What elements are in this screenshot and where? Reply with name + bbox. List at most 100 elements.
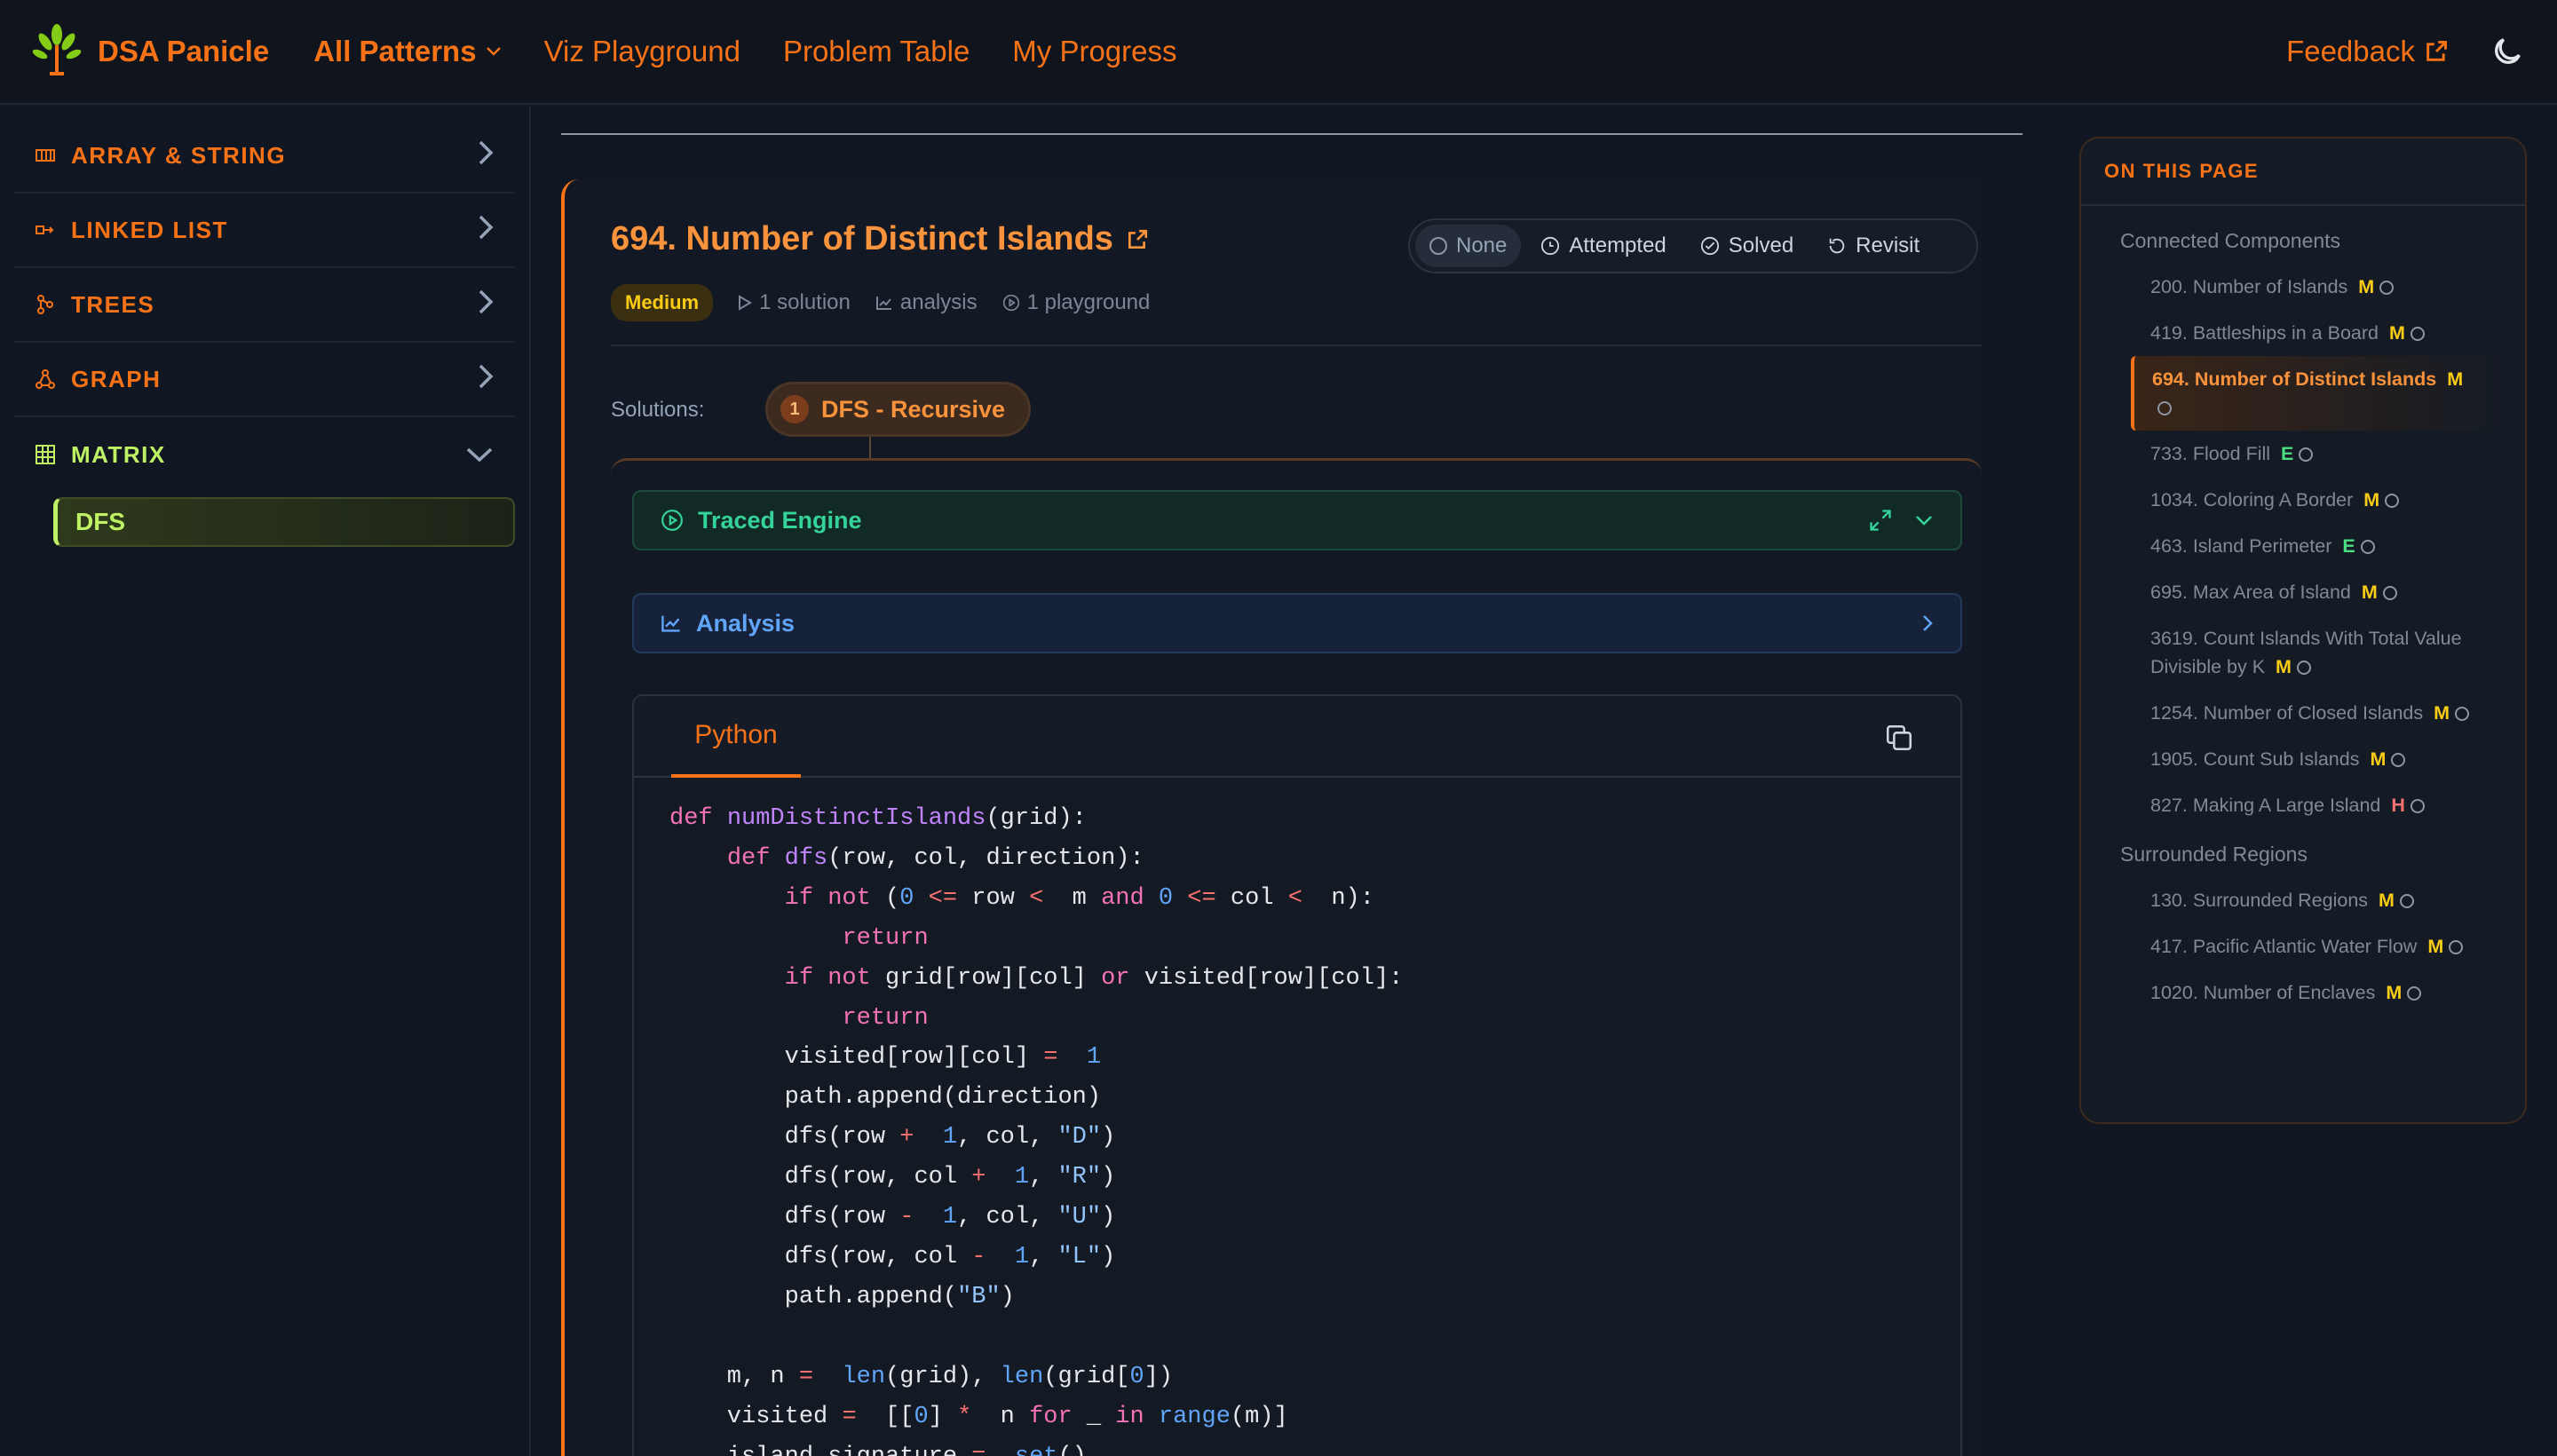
toc-item[interactable]: 417. Pacific Atlantic Water Flow M (2081, 923, 2525, 969)
status-circle-icon (2410, 799, 2425, 814)
code-token: + (971, 1164, 986, 1191)
tree-icon (36, 295, 59, 314)
traced-engine-panel[interactable]: Traced Engine (632, 490, 1962, 550)
toc-item[interactable]: 733. Flood Fill E (2081, 431, 2525, 477)
code-token: "R" (1057, 1164, 1102, 1191)
toc-item[interactable]: 827. Making A Large Island H (2081, 782, 2525, 828)
code-line: path.append(direction) (669, 1078, 1960, 1118)
problem-title[interactable]: 694. Number of Distinct Islands (611, 220, 1149, 258)
brand[interactable]: DSA Panicle (32, 22, 269, 82)
sidebar-item-graph[interactable]: GRAPH (14, 343, 515, 417)
status-attempted-button[interactable]: Attempted (1526, 225, 1680, 267)
sidebar-item-matrix[interactable]: MATRIX (14, 417, 515, 492)
code-token: "B" (957, 1283, 1001, 1310)
toc-item[interactable]: 1020. Number of Enclaves M (2081, 969, 2525, 1016)
sidebar-item-trees[interactable]: TREES (14, 268, 515, 343)
toc-item-label: 419. Battleships in a Board (2150, 322, 2379, 344)
toc-item-label: 1034. Coloring A Border (2150, 489, 2354, 510)
external-link-icon (2426, 41, 2447, 61)
sidebar: ARRAY & STRING LINKED LIST TREES GRAPH M… (0, 107, 531, 1456)
feedback-link[interactable]: Feedback (2286, 35, 2449, 68)
toc-item-label: 463. Island Perimeter (2150, 535, 2332, 557)
code-token: , (1029, 1164, 1058, 1191)
code-token: for (1029, 1403, 1087, 1430)
copy-icon[interactable] (1884, 723, 1914, 753)
code-token: (grid), (885, 1363, 1001, 1390)
chevron-right-icon (478, 363, 494, 396)
code-token: (row, col, direction): (827, 844, 1144, 872)
solution-tab[interactable]: 1 DFS - Recursive (765, 382, 1032, 437)
problem-card: 694. Number of Distinct Islands None Att… (561, 179, 1982, 1456)
toc-item[interactable]: 200. Number of Islands M (2081, 264, 2525, 310)
chevron-down-icon[interactable] (1914, 514, 1934, 526)
analysis-panel[interactable]: Analysis (632, 593, 1962, 653)
code-header: Python (634, 696, 1960, 778)
difficulty-badge: M (2434, 702, 2450, 724)
toc-item[interactable]: 3619. Count Islands With Total Value Div… (2081, 615, 2525, 690)
chevron-down-icon (486, 47, 501, 56)
code-block: Python def numDistinctIslands(grid): def… (632, 694, 1962, 1456)
sidebar-item-label: LINKED LIST (71, 216, 228, 243)
code-token: dfs (784, 844, 828, 872)
problem-title-text: 694. Number of Distinct Islands (611, 220, 1113, 257)
code-line: dfs(row - 1, col, "U") (669, 1198, 1960, 1238)
tab-python[interactable]: Python (671, 696, 801, 778)
toc-item[interactable]: 1034. Coloring A Border M (2081, 477, 2525, 523)
code-token: m, n (669, 1363, 799, 1390)
expand-icon[interactable] (1868, 508, 1893, 533)
code-token: (grid[ (1043, 1363, 1130, 1390)
sidebar-item-linked-list[interactable]: LINKED LIST (14, 194, 515, 268)
code-token: - (899, 1204, 914, 1231)
play-circle-icon (661, 510, 683, 531)
status-none-button[interactable]: None (1415, 225, 1522, 267)
code-token: 0 (1129, 1363, 1144, 1390)
toc-item[interactable]: 1905. Count Sub Islands M (2081, 736, 2525, 782)
code-content[interactable]: def numDistinctIslands(grid): def dfs(ro… (634, 778, 1960, 1456)
code-token: <= (1173, 884, 1231, 912)
code-token: ) (1101, 1243, 1116, 1270)
difficulty-badge: M (2386, 982, 2403, 1003)
code-token: ) (1101, 1124, 1116, 1151)
code-token: dfs(row, col (669, 1243, 972, 1270)
divider (611, 344, 1982, 346)
viz-playground-link[interactable]: Viz Playground (544, 35, 740, 68)
status-circle-icon (2385, 494, 2400, 509)
circle-icon (1429, 237, 1447, 255)
status-solved-button[interactable]: Solved (1686, 225, 1808, 267)
toc-item[interactable]: 419. Battleships in a Board M (2081, 310, 2525, 356)
code-token: , col, (957, 1124, 1058, 1151)
code-token: 1 (1014, 1164, 1030, 1191)
code-token: visited[row][col]: (1144, 964, 1404, 992)
chart-icon (875, 297, 891, 310)
toc-item[interactable]: 695. Max Area of Island M (2081, 569, 2525, 615)
connector-line (869, 437, 871, 458)
sidebar-item-array-string[interactable]: ARRAY & STRING (14, 119, 515, 194)
status-revisit-button[interactable]: Revisit (1813, 225, 1934, 267)
my-progress-link[interactable]: My Progress (1012, 35, 1176, 68)
toc-item[interactable]: 694. Number of Distinct Islands M (2131, 356, 2504, 431)
brand-name: DSA Panicle (98, 35, 270, 67)
code-token: _ (1086, 1403, 1116, 1430)
toc-group-title[interactable]: Surrounded Regions (2081, 828, 2525, 877)
status-label: Attempted (1569, 233, 1666, 257)
toc-item[interactable]: 463. Island Perimeter E (2081, 523, 2525, 569)
status-selector: None Attempted Solved Revisit (1408, 218, 1978, 273)
chevron-right-icon (1923, 615, 1933, 631)
code-token: or (1101, 964, 1144, 992)
toc-item[interactable]: 130. Surrounded Regions M (2081, 877, 2525, 923)
code-token: set (1015, 1444, 1058, 1456)
difficulty-badge: H (2391, 795, 2405, 816)
code-line: if not grid[row][col] or visited[row][co… (669, 959, 1960, 999)
linked-list-icon (36, 224, 59, 236)
all-patterns-menu[interactable]: All Patterns (313, 35, 501, 68)
difficulty-badge: M (2427, 936, 2444, 957)
toc-group-title[interactable]: Connected Components (2081, 215, 2525, 264)
code-line: dfs(row + 1, col, "D") (669, 1118, 1960, 1158)
problem-table-link[interactable]: Problem Table (783, 35, 970, 68)
toc-item[interactable]: 1254. Number of Closed Islands M (2081, 690, 2525, 736)
moon-icon[interactable] (2490, 34, 2525, 69)
toc-item-label: 694. Number of Distinct Islands (2152, 368, 2437, 390)
sidebar-subitem-dfs[interactable]: DFS (53, 497, 515, 547)
